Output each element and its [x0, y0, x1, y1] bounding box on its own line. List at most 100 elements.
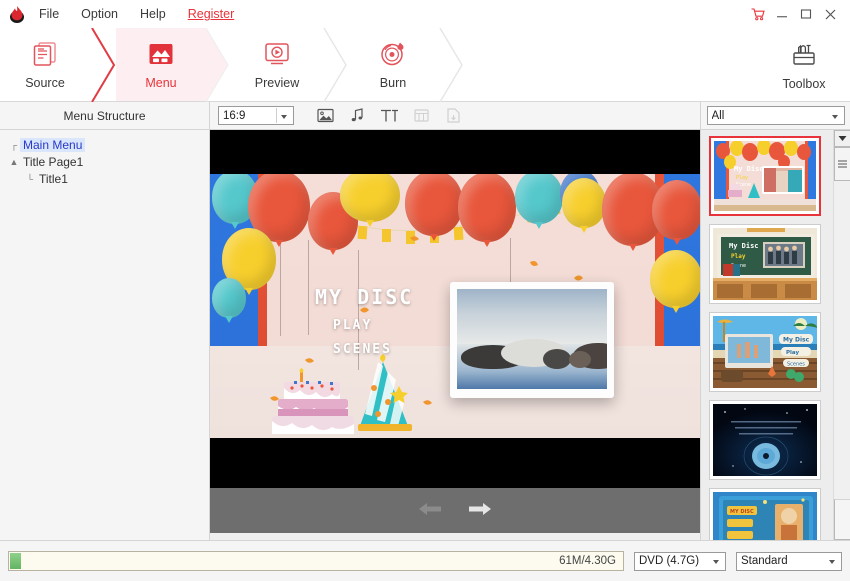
sub-toolbar: Menu Structure 16:9	[0, 102, 850, 130]
menu-button-play[interactable]: PLAY	[333, 318, 372, 333]
app-logo-flame-icon	[6, 3, 28, 25]
template-night-sky-disc[interactable]	[709, 400, 821, 480]
toolbox-button[interactable]: Toolbox	[758, 28, 850, 101]
tree-leaf-glyph: └	[24, 174, 36, 184]
frame-tool-icon	[408, 104, 434, 128]
documents-icon	[30, 39, 60, 72]
svg-text:Scenes: Scenes	[787, 362, 805, 368]
arrow-left-icon[interactable]	[418, 501, 442, 520]
video-thumbnail-frame[interactable]	[450, 282, 614, 398]
apply-to-all-icon	[440, 104, 466, 128]
disc-flame-icon	[378, 39, 408, 72]
collapse-triangle-icon[interactable]: ▲	[8, 157, 20, 167]
template-birthday-balloons[interactable]: My Disc Play Scene	[709, 136, 821, 216]
template-filter-wrap: All	[707, 106, 845, 125]
capacity-label: 61M/4.30G	[559, 555, 616, 567]
step-menu[interactable]: Menu	[116, 28, 206, 101]
menu-tools: 16:9	[210, 102, 700, 129]
scroll-up-arrow[interactable]	[834, 499, 850, 540]
step-source-label: Source	[25, 76, 65, 90]
step-source[interactable]: Source	[0, 28, 90, 101]
svg-text:My Disc: My Disc	[734, 165, 764, 173]
letterbox-top	[210, 130, 700, 174]
step-burn[interactable]: Burn	[348, 28, 438, 101]
quality-select[interactable]: Standard	[736, 552, 842, 571]
menu-title-text[interactable]: MY DISC	[315, 285, 413, 309]
scroll-down-arrow[interactable]	[834, 130, 850, 147]
main-body: ┌ Main Menu ▲ Title Page1 └ Title1	[0, 130, 850, 540]
template-kids-board[interactable]: MY DISC	[709, 488, 821, 540]
background-image-icon[interactable]	[312, 104, 338, 128]
template-thumb-art: My Disc Play Scenes	[713, 316, 817, 388]
menu-file[interactable]: File	[28, 0, 70, 28]
background-music-icon[interactable]	[344, 104, 370, 128]
play-monitor-icon	[262, 39, 292, 72]
menu-structure-label: Menu Structure	[63, 109, 145, 123]
close-icon[interactable]	[818, 2, 842, 26]
window-controls	[746, 2, 850, 26]
menu-structure-header: Menu Structure	[0, 102, 210, 129]
tree-node-title-page1[interactable]: ▲ Title Page1	[0, 153, 209, 170]
step-burn-label: Burn	[380, 76, 406, 90]
minimize-icon[interactable]	[770, 2, 794, 26]
menu-option[interactable]: Option	[70, 0, 129, 28]
template-filter-area: All	[700, 102, 850, 129]
svg-text:Play: Play	[736, 175, 748, 181]
menu-preview-area: MY DISC PLAY SCENES	[210, 130, 700, 540]
scrollbar-thumb[interactable]	[834, 147, 850, 181]
step-preview-label: Preview	[255, 76, 299, 90]
template-classroom-chalkboard[interactable]: My Disc Play Scene	[709, 224, 821, 304]
menu-canvas[interactable]: MY DISC PLAY SCENES	[210, 130, 700, 488]
template-beach-vacation[interactable]: My Disc Play Scenes	[709, 312, 821, 392]
menu-button-scenes[interactable]: SCENES	[333, 342, 392, 357]
template-thumb-art: My Disc Play Scene	[714, 141, 816, 211]
tree-node-title1-label: Title1	[36, 172, 71, 186]
menu-help[interactable]: Help	[129, 0, 177, 28]
workflow-ribbon: Source Menu	[0, 28, 850, 102]
template-panel: My Disc Play Scene	[700, 130, 850, 540]
aspect-ratio-select[interactable]: 16:9	[218, 106, 294, 125]
menu-image-icon	[146, 39, 176, 72]
template-thumb-art	[713, 404, 817, 476]
svg-text:MY DISC: MY DISC	[730, 509, 754, 515]
register-link[interactable]: Register	[177, 0, 246, 28]
svg-text:Play: Play	[731, 253, 746, 260]
party-hat	[352, 352, 420, 438]
chevron-burn-end	[438, 28, 464, 101]
tree-branch-glyph: ┌	[8, 140, 20, 150]
title-bar: File Option Help Register	[0, 0, 850, 28]
letterbox-bottom	[210, 438, 700, 488]
application-window: File Option Help Register	[0, 0, 850, 581]
cart-icon[interactable]	[746, 2, 770, 26]
ribbon-spacer	[464, 28, 758, 101]
template-list: My Disc Play Scene	[701, 130, 833, 540]
template-filter-select[interactable]: All	[707, 106, 845, 125]
quality-wrap: Standard	[736, 552, 842, 571]
tree-node-title1[interactable]: └ Title1	[0, 170, 209, 187]
tree-node-main-menu-label: Main Menu	[20, 138, 85, 152]
maximize-icon[interactable]	[794, 2, 818, 26]
toolbox-label: Toolbox	[782, 77, 825, 91]
tree-node-title-page1-label: Title Page1	[20, 155, 86, 169]
disc-type-wrap: DVD (4.7G)	[634, 552, 726, 571]
capacity-bar: 61M/4.30G	[8, 551, 624, 571]
status-bar: 61M/4.30G DVD (4.7G) Standard	[0, 540, 850, 581]
template-thumb-art: My Disc Play Scene	[713, 228, 817, 300]
capacity-fill	[10, 553, 21, 569]
chevron-preview-burn	[322, 28, 348, 101]
video-thumbnail	[457, 289, 607, 389]
disc-type-select[interactable]: DVD (4.7G)	[634, 552, 726, 571]
step-preview[interactable]: Preview	[232, 28, 322, 101]
template-scrollbar[interactable]	[833, 130, 850, 540]
menu-background: MY DISC PLAY SCENES	[210, 130, 700, 488]
text-tool-icon[interactable]	[376, 104, 402, 128]
svg-text:Play: Play	[786, 350, 799, 356]
seal-right-head	[569, 351, 591, 368]
menu-structure-tree: ┌ Main Menu ▲ Title Page1 └ Title1	[0, 130, 210, 540]
arrow-right-icon[interactable]	[468, 501, 492, 520]
aspect-ratio-select-wrap: 16:9	[218, 106, 294, 125]
step-menu-label: Menu	[145, 76, 176, 90]
tree-node-main-menu[interactable]: ┌ Main Menu	[0, 136, 209, 153]
workflow-steps: Source Menu	[0, 28, 464, 101]
svg-text:My Disc: My Disc	[783, 337, 810, 344]
